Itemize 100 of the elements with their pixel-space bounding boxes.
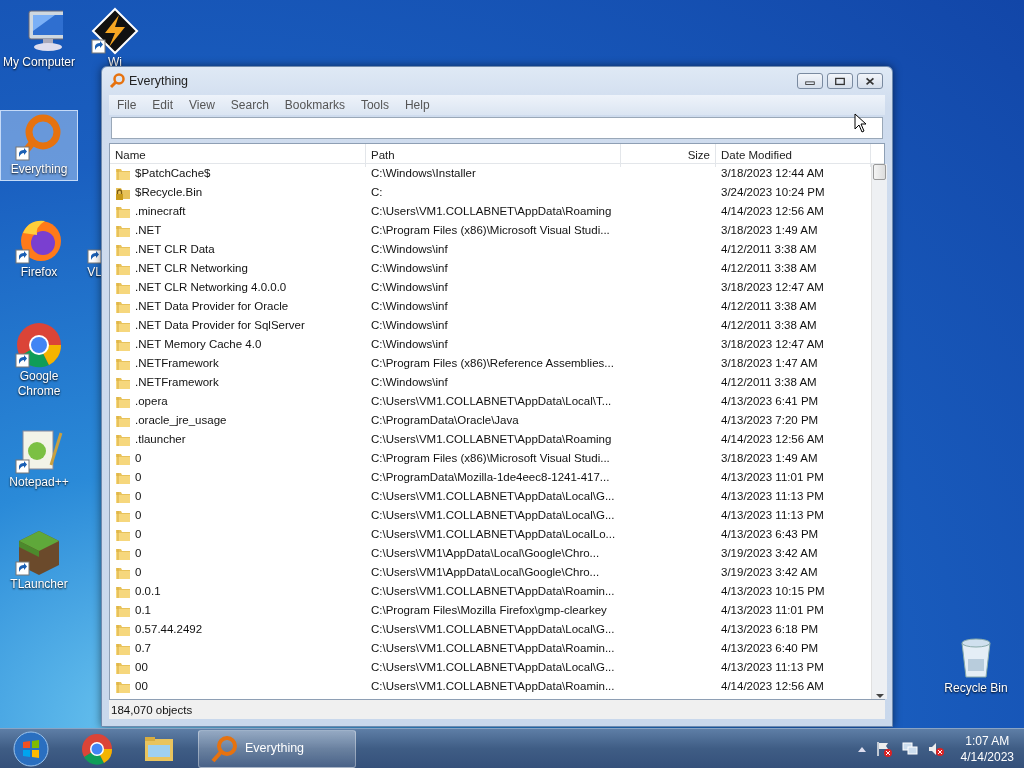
file-path: C:\Users\VM1.COLLABNET\AppData\LocalLo... [370,526,617,542]
maximize-icon [834,76,846,86]
file-name[interactable]: 0.57.44.2492 [135,620,203,639]
file-path: C:\Windows\inf [370,260,449,276]
cursor-icon [854,113,868,133]
file-name[interactable]: 0.0.1 [135,582,161,601]
lightning-icon[interactable] [91,7,139,55]
file-name[interactable]: .NET CLR Networking 4.0.0.0 [135,278,287,297]
file-name[interactable]: .NET Data Provider for SqlServer [135,316,305,335]
date-modified: 4/14/2023 12:56 AM [720,203,825,219]
file-name[interactable]: 0 [135,525,142,544]
search-field[interactable] [111,117,883,139]
file-name[interactable]: 00 [135,677,148,696]
minimize-button[interactable] [797,73,823,89]
file-path: C:\Users\VM1.COLLABNET\AppData\Local\T... [370,393,613,409]
date-modified: 4/13/2023 6:41 PM [720,393,820,409]
date-modified: 3/18/2023 1:47 AM [720,355,819,371]
menu-item[interactable]: Tools [352,95,397,115]
date-modified: 4/13/2023 11:13 PM [720,488,825,504]
file-path: C:\Windows\inf [370,279,449,295]
file-name[interactable]: 0 [135,468,142,487]
file-path: C:\Windows\inf [370,336,449,352]
desktop-icon-label[interactable]: VL [87,265,102,280]
file-name[interactable]: .NET Memory Cache 4.0 [135,335,262,354]
menu-item[interactable]: View [181,95,223,115]
file-path: C:\ProgramData\Oracle\Java [370,412,520,428]
date-modified: 4/14/2023 12:56 AM [720,678,825,694]
date-modified: 4/13/2023 11:13 PM [720,507,825,523]
file-name[interactable]: .opera [135,392,168,411]
scroll-thumb[interactable] [873,164,886,180]
date-modified: 4/13/2023 7:20 PM [720,412,820,428]
desktop-icon-label[interactable]: Wi [108,55,122,70]
file-name[interactable]: .NET CLR Data [135,240,215,259]
date-modified: 4/12/2011 3:38 AM [720,298,818,314]
file-path: C:\Program Files (x86)\Microsoft Visual Studi... [370,450,611,466]
date-modified: 3/18/2023 1:49 AM [720,450,819,466]
file-name[interactable]: .NET [135,221,162,240]
file-path: C:\Users\VM1.COLLABNET\AppData\Local\G... [370,507,616,523]
file-name[interactable]: .oracle_jre_usage [135,411,227,430]
menu-item[interactable]: Search [222,95,277,115]
date-modified: 4/12/2011 3:38 AM [720,317,818,333]
close-icon [864,76,876,86]
file-name[interactable]: 0 [135,563,142,582]
file-path: C:\ProgramData\Mozilla-1de4eec8-1241-417... [370,469,611,485]
file-name[interactable]: 0 [135,487,142,506]
desktop-icon-label[interactable]: Firefox [20,265,58,280]
file-name[interactable]: .NET CLR Networking [135,259,248,278]
date-modified: 4/13/2023 11:01 PM [720,469,825,485]
date-modified: 4/12/2011 3:38 AM [720,260,818,276]
clock-time[interactable]: 1:07 AM [960,732,1014,749]
menu-item[interactable]: Edit [144,95,182,115]
file-name[interactable]: .NETFramework [135,373,219,392]
chrome-icon[interactable] [81,732,113,765]
file-path: C:\Windows\inf [370,317,449,333]
scrollbar[interactable] [871,164,887,699]
date-modified: 4/13/2023 6:40 PM [720,640,820,656]
file-name[interactable]: .minecraft [135,202,186,221]
date-modified: 4/13/2023 6:18 PM [720,621,820,637]
column-header[interactable]: Path [366,144,621,168]
action-center-icon[interactable] [874,740,893,759]
date-modified: 4/13/2023 11:13 PM [720,659,825,675]
chrome-icon[interactable] [15,321,63,369]
file-path: C:\Windows\Installer [370,165,477,181]
status-bar: 184,070 objects [109,700,885,719]
date-modified: 3/19/2023 3:42 AM [720,564,819,580]
maximize-button[interactable] [827,73,853,89]
file-name[interactable]: 0.7 [135,639,151,658]
file-name[interactable]: 0 [135,449,142,468]
file-name[interactable]: 0.1 [135,601,151,620]
column-header[interactable]: Name [110,144,366,168]
file-name[interactable]: .tlauncher [135,430,186,449]
date-modified: 4/13/2023 10:15 PM [720,583,826,599]
menu-item[interactable]: Bookmarks [276,95,353,115]
desktop-icon-label[interactable]: Google Chrome [0,369,78,399]
close-button[interactable] [857,73,883,89]
file-path: C:\Windows\inf [370,241,449,257]
date-modified: 3/24/2023 10:24 PM [720,184,826,200]
file-path: C:\Users\VM1.COLLABNET\AppData\Roaming [370,431,613,447]
date-modified: 3/18/2023 12:47 AM [720,279,825,295]
magnifier-icon[interactable] [15,114,63,162]
menu-item[interactable]: File [109,95,145,115]
file-name[interactable]: 0 [135,506,142,525]
file-name[interactable]: $Recycle.Bin [135,183,203,202]
desktop-icon-label[interactable]: Notepad++ [9,475,69,490]
clock-date[interactable]: 4/14/2023 [960,748,1014,765]
desktop-icon-label[interactable]: Recycle Bin [944,681,1008,696]
desktop-icon-label[interactable]: My Computer [3,55,75,70]
column-header[interactable]: Size [621,144,716,168]
file-name[interactable]: 0 [135,544,142,563]
file-path: C:\Windows\inf [370,374,449,390]
file-name[interactable]: .NET Data Provider for Oracle [135,297,289,316]
file-path: C:\Users\VM1\AppData\Local\Google\Chro... [370,545,601,561]
taskbar-button[interactable]: Everything [198,729,356,768]
file-name[interactable]: 00 [135,658,148,677]
file-path: C:\Users\VM1.COLLABNET\AppData\Local\G... [370,488,616,504]
notepad-icon[interactable] [15,427,63,475]
file-name[interactable]: .NETFramework [135,354,219,373]
menu-item[interactable]: Help [396,95,438,115]
date-modified: 3/18/2023 12:47 AM [720,336,825,352]
file-path: C:\Windows\inf [370,298,449,314]
